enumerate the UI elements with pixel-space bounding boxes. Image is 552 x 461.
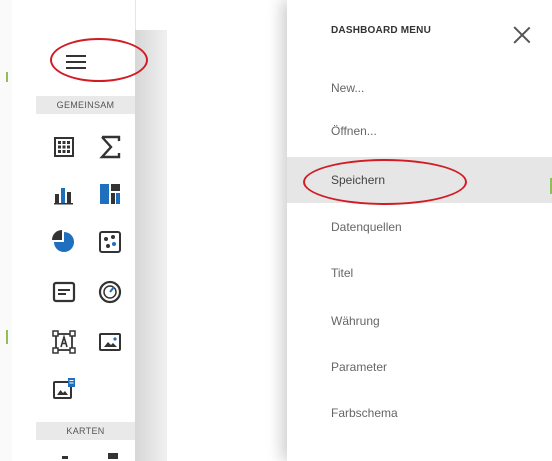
toolbox-shadow bbox=[135, 30, 165, 461]
gauge-icon[interactable] bbox=[96, 278, 124, 306]
menu-item-title[interactable]: Titel bbox=[287, 250, 552, 296]
pie-icon[interactable] bbox=[50, 228, 78, 256]
card-icon[interactable] bbox=[50, 278, 78, 306]
chart-icon[interactable] bbox=[50, 180, 78, 208]
menu-item-color-scheme[interactable]: Farbschema bbox=[287, 390, 552, 436]
save-highlight-ellipse bbox=[303, 159, 467, 205]
edge-marker bbox=[6, 72, 8, 82]
grid-icon[interactable] bbox=[50, 133, 78, 161]
menu-item-data-sources[interactable]: Datenquellen bbox=[287, 204, 552, 250]
scatter-icon[interactable] bbox=[96, 228, 124, 256]
background-edge bbox=[0, 0, 12, 461]
menu-title: DASHBOARD MENU bbox=[331, 25, 432, 36]
bound-image-icon[interactable] bbox=[50, 375, 78, 403]
hamburger-highlight-ellipse bbox=[50, 38, 148, 82]
text-box-icon[interactable] bbox=[50, 328, 78, 356]
treemap-icon[interactable] bbox=[96, 180, 124, 208]
menu-item-parameters[interactable]: Parameter bbox=[287, 344, 552, 390]
edge-marker bbox=[6, 330, 8, 344]
menu-item-currency[interactable]: Währung bbox=[287, 298, 552, 344]
partial-icon bbox=[62, 456, 68, 459]
section-header-gemeinsam: GEMEINSAM bbox=[36, 96, 135, 114]
partial-icon bbox=[108, 453, 118, 459]
pivot-sum-icon[interactable] bbox=[96, 133, 124, 161]
menu-item-open[interactable]: Öffnen... bbox=[287, 108, 552, 154]
menu-item-new[interactable]: New... bbox=[287, 65, 552, 111]
image-icon[interactable] bbox=[96, 328, 124, 356]
close-icon[interactable] bbox=[511, 24, 533, 46]
dashboard-menu-panel: DASHBOARD MENU New... Öffnen... Speicher… bbox=[287, 0, 552, 461]
section-header-karten: KARTEN bbox=[36, 422, 135, 440]
